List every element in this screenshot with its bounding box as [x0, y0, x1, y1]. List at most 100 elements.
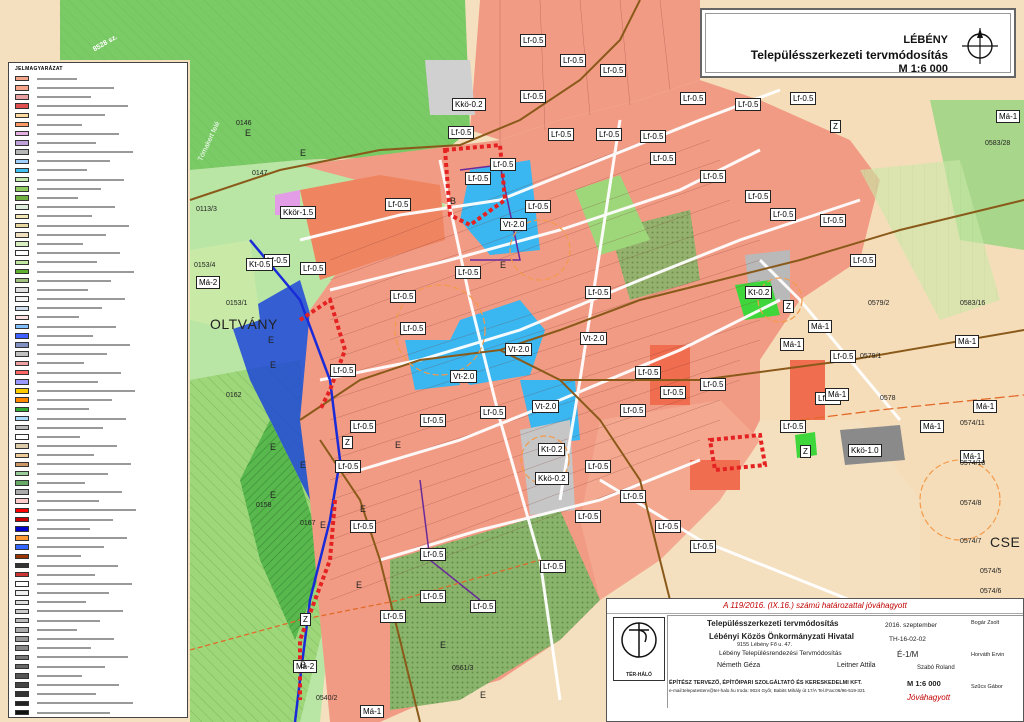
zone-code-label: Lf-0.5 [380, 610, 407, 623]
legend-swatch [15, 296, 29, 302]
north-arrow-icon [962, 28, 998, 64]
parcel-number: 0147 [252, 170, 268, 177]
zone-code-label: Lf-0.5 [700, 170, 727, 183]
legend-row [15, 102, 187, 111]
legend-text-line [37, 298, 125, 301]
legend-swatch [15, 406, 29, 413]
legend-row [15, 570, 187, 579]
legend-text-line [37, 601, 86, 604]
legend-swatch [15, 682, 29, 688]
parcel-number: 0167 [300, 520, 316, 527]
stamp-designer-2: Leitner Attila [837, 662, 876, 669]
legend-text-line [37, 491, 122, 494]
zone-code-label: Má-1 [780, 338, 805, 351]
legend-swatch [15, 121, 29, 128]
zone-code-label: Lf-0.5 [790, 92, 817, 105]
legend-row [15, 258, 187, 267]
zone-code-label: Lf-0.5 [420, 548, 447, 561]
legend-row [15, 680, 187, 689]
zone-code-label: Lf-0.5 [420, 414, 447, 427]
stamp-status: Jóváhagyott [907, 693, 951, 702]
parcel-number: 0574/8 [960, 500, 982, 507]
zone-code-label: Lf-0.5 [655, 520, 682, 533]
zone-code-label: Lf-0.5 [735, 98, 762, 111]
zone-code-label: Lf-0.5 [420, 590, 447, 603]
zone-code-label: Vt-2.0 [532, 400, 560, 413]
zone-code-label: Lf-0.5 [575, 510, 602, 523]
zone-letter: E [500, 260, 507, 270]
legend-swatch [15, 287, 29, 293]
zone-code-label: Lf-0.5 [400, 322, 427, 335]
legend-row [15, 543, 187, 552]
place-name-oltvany: OLTVÁNY [210, 316, 278, 332]
legend-text-line [37, 380, 98, 383]
legend-row [15, 377, 187, 386]
zone-code-label: Má-1 [360, 705, 385, 718]
legend-swatch [15, 149, 29, 155]
legend-text-line [37, 536, 127, 539]
legend-swatch [15, 250, 29, 256]
zone-code-label: Kkö-0.2 [452, 98, 486, 111]
stamp-sheet: É-1/M [897, 650, 919, 659]
legend-text-line [37, 270, 134, 273]
zone-letter: E [270, 442, 277, 452]
zone-code-label: Lf-0.5 [548, 128, 575, 141]
legend-row [15, 524, 187, 533]
zone-code-label: Lf-0.5 [600, 64, 627, 77]
zone-code-label: Lf-0.5 [520, 90, 547, 103]
legend-text-line [37, 592, 109, 595]
zone-code-label: Lf-0.5 [448, 126, 475, 139]
legend-row [15, 662, 187, 671]
legend-text-line [37, 619, 100, 622]
legend-text-line [37, 647, 91, 650]
legend-row [15, 267, 187, 276]
zone-code-label: Z [800, 445, 811, 458]
zone-code-label: Lf-0.5 [635, 366, 662, 379]
legend-text-line [37, 445, 117, 448]
legend-text-line [37, 169, 87, 172]
legend-text-line [37, 252, 120, 255]
zone-code-label: Vt-2.0 [450, 370, 478, 383]
legend-row [15, 359, 187, 368]
parcel-number: 0578 [880, 395, 896, 402]
legend-swatch [15, 434, 29, 440]
legend-swatch [15, 516, 29, 523]
legend-text-line [37, 518, 113, 521]
legend-row [15, 487, 187, 496]
legend-row [15, 221, 187, 230]
legend-swatch [15, 452, 29, 459]
parcel-number: 0583/28 [985, 140, 1011, 147]
zone-code-label: Má-1 [955, 335, 980, 348]
zone-code-label: Lf-0.5 [390, 290, 417, 303]
legend-row [15, 350, 187, 359]
legend-swatch [15, 85, 29, 91]
legend-row [15, 653, 187, 662]
legend-row [15, 432, 187, 441]
zone-code-label: Lf-0.5 [745, 190, 772, 203]
zone-code-label: Lf-0.5 [560, 54, 587, 67]
zone-code-label: Má-1 [973, 400, 998, 413]
legend-row [15, 423, 187, 432]
stamp-designer-3: Szabó Roland [917, 665, 955, 671]
legend-text-line [37, 509, 136, 512]
legend-text-line [37, 665, 105, 668]
legend-text-line [37, 555, 81, 558]
legend-row [15, 589, 187, 598]
zone-letter: E [440, 640, 447, 650]
legend-swatch [15, 342, 29, 348]
legend-text-line [37, 674, 82, 677]
zone-code-label: Lf-0.5 [700, 378, 727, 391]
legend-text-line [37, 123, 82, 126]
legend-row [15, 285, 187, 294]
legend-row [15, 331, 187, 340]
title-settlement: LÉBÉNY [903, 34, 948, 46]
legend-text-line [37, 711, 110, 714]
legend-text-line [37, 389, 135, 392]
zone-code-label: Lf-0.5 [465, 172, 492, 185]
legend-text-line [37, 371, 121, 374]
legend-text-line [37, 408, 89, 411]
legend-text-line [37, 187, 101, 190]
legend-row [15, 203, 187, 212]
legend-row [15, 506, 187, 515]
place-name-cse: CSE [990, 534, 1021, 550]
